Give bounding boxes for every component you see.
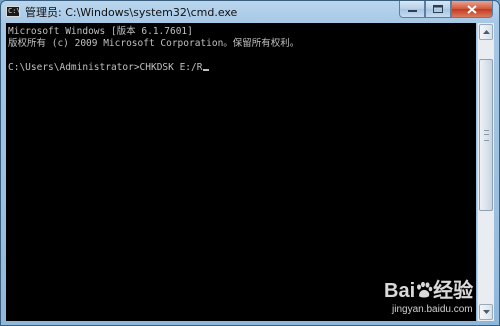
maximize-icon — [433, 5, 443, 13]
minimize-button[interactable] — [399, 1, 425, 18]
text-cursor — [203, 69, 210, 71]
window-title: 管理员: C:\Windows\system32\cmd.exe — [25, 6, 238, 19]
console-line: Microsoft Windows [版本 6.1.7601] — [8, 26, 193, 37]
watermark-url: jingyan.baidu.com — [392, 304, 473, 315]
scrollbar-thumb[interactable] — [479, 59, 493, 211]
console-command: C:\Users\Administrator>CHKDSK E:/R — [8, 62, 203, 73]
cmd-icon[interactable]: C:\ — [6, 6, 21, 17]
console-line: 版权所有 (c) 2009 Microsoft Corporation。保留所有… — [8, 38, 300, 49]
title-bar[interactable]: C:\ 管理员: C:\Windows\system32\cmd.exe — [1, 1, 499, 23]
scroll-up-button[interactable] — [479, 24, 493, 40]
baidu-jingyan-watermark: Bai 经验 jingyan.baidu.com — [384, 274, 496, 322]
console-prompt-line: C:\Users\Administrator>CHKDSK E:/R — [8, 62, 210, 73]
close-icon — [467, 4, 477, 14]
grip-icon — [484, 130, 489, 141]
baidu-paw-icon — [417, 281, 433, 298]
maximize-button[interactable] — [425, 1, 451, 18]
watermark-logo: Bai 经验 — [384, 280, 474, 302]
arrow-up-icon — [482, 30, 490, 34]
close-button[interactable] — [451, 1, 493, 18]
window-controls — [399, 1, 493, 20]
minimize-icon — [407, 9, 417, 12]
